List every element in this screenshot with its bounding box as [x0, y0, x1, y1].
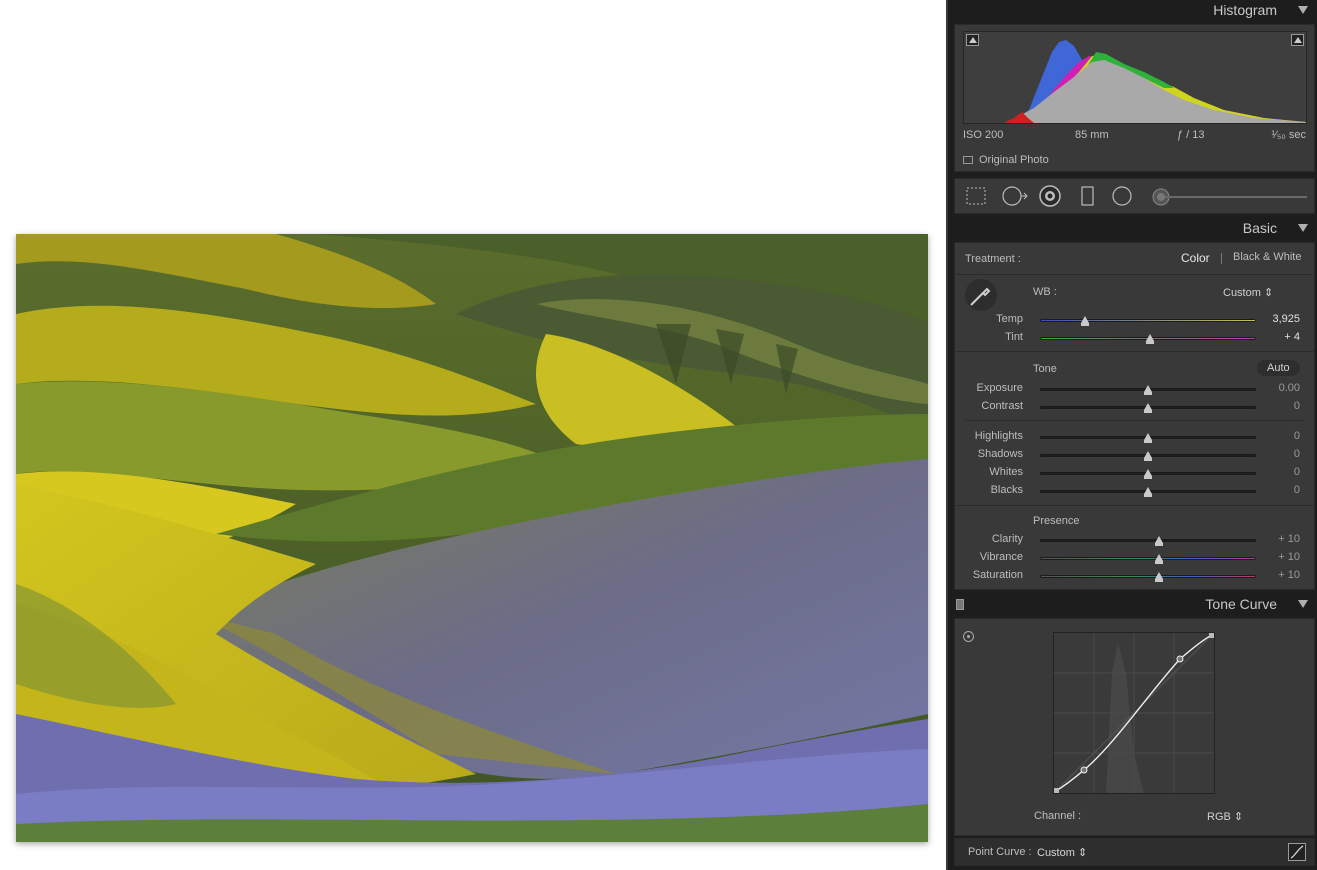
wb-label: WB :: [1033, 286, 1057, 298]
collapse-triangle-icon[interactable]: [1298, 224, 1308, 232]
slider-thumb[interactable]: [1144, 433, 1152, 443]
blacks-value[interactable]: 0: [1294, 484, 1300, 496]
histogram-graph[interactable]: [963, 31, 1307, 124]
temp-value[interactable]: 3,925: [1272, 313, 1300, 325]
histogram-title: Histogram: [1213, 2, 1277, 18]
clarity-slider[interactable]: [1040, 536, 1256, 546]
curve-mode-icon[interactable]: [1288, 843, 1306, 861]
treatment-bw-option[interactable]: Black & White: [1233, 251, 1301, 263]
histogram-header[interactable]: Histogram: [948, 0, 1317, 22]
slider-thumb[interactable]: [1144, 451, 1152, 461]
slider-thumb[interactable]: [1144, 385, 1152, 395]
spot-removal-icon[interactable]: [1001, 185, 1028, 207]
channel-select[interactable]: RGB ⇕: [1207, 810, 1243, 823]
collapse-triangle-icon[interactable]: [1298, 600, 1308, 608]
basic-title: Basic: [1242, 220, 1277, 236]
treatment-divider: [1221, 253, 1222, 264]
divider: [955, 274, 1314, 275]
divider: [955, 351, 1314, 352]
highlight-clipping-indicator[interactable]: [1291, 34, 1304, 46]
highlights-slider[interactable]: [1040, 433, 1256, 443]
exposure-value[interactable]: 0.00: [1279, 382, 1300, 394]
vibrance-value[interactable]: + 10: [1278, 551, 1300, 563]
iso-readout: ISO 200: [963, 129, 1004, 141]
treatment-color-option[interactable]: Color: [1181, 251, 1210, 265]
contrast-label: Contrast: [981, 400, 1023, 412]
photo-canvas: [0, 0, 946, 870]
shadows-label: Shadows: [977, 448, 1023, 460]
vibrance-slider[interactable]: [1040, 554, 1256, 564]
shadows-slider[interactable]: [1040, 451, 1256, 461]
slider-thumb[interactable]: [1155, 572, 1163, 582]
graduated-filter-icon[interactable]: [1077, 185, 1099, 207]
saturation-value[interactable]: + 10: [1278, 569, 1300, 581]
highlights-label: Highlights: [974, 430, 1023, 442]
blacks-slider[interactable]: [1040, 487, 1256, 497]
basic-box: Treatment : Color Black & White WB : Cus…: [954, 242, 1315, 590]
exposure-slider[interactable]: [1040, 385, 1256, 395]
slider-thumb[interactable]: [1155, 536, 1163, 546]
tone-curve-box: Channel : RGB ⇕: [954, 618, 1315, 836]
saturation-slider[interactable]: [1040, 572, 1256, 582]
slider-thumb[interactable]: [1144, 469, 1152, 479]
wb-select[interactable]: Custom ⇕: [1223, 286, 1273, 299]
original-photo-checkbox[interactable]: [963, 156, 973, 164]
red-eye-icon[interactable]: [1039, 185, 1061, 207]
original-photo-label: Original Photo: [979, 154, 1049, 166]
focal-length-readout: 85 mm: [1075, 129, 1109, 141]
slider-thumb[interactable]: [1081, 316, 1089, 326]
tint-value[interactable]: + 4: [1284, 331, 1300, 343]
whites-label: Whites: [989, 466, 1023, 478]
divider: [955, 505, 1314, 506]
basic-header[interactable]: Basic: [948, 218, 1317, 240]
crop-icon[interactable]: [965, 185, 987, 207]
target-adjust-icon[interactable]: [963, 631, 974, 642]
tint-label: Tint: [1005, 331, 1023, 343]
radial-filter-icon[interactable]: [1111, 185, 1133, 207]
collapse-triangle-icon[interactable]: [1298, 6, 1308, 14]
tone-curve-graph[interactable]: [1053, 632, 1215, 794]
tone-curve-header[interactable]: Tone Curve: [948, 594, 1317, 616]
tool-strip: [954, 178, 1315, 214]
auto-tone-button[interactable]: Auto: [1257, 360, 1300, 376]
presence-label: Presence: [1033, 515, 1080, 527]
eyedropper-icon[interactable]: [965, 279, 997, 311]
saturation-label: Saturation: [972, 569, 1023, 581]
whites-slider[interactable]: [1040, 469, 1256, 479]
temp-slider[interactable]: [1040, 316, 1256, 326]
divider: [965, 420, 1305, 421]
point-curve-label: Point Curve :: [968, 846, 1032, 858]
shutter-readout: ¹⁄₅₀ sec: [1271, 129, 1306, 141]
tint-slider[interactable]: [1040, 334, 1256, 344]
develop-panel: Histogram ISO 200 85 mm ƒ / 13 ¹⁄₅₀ sec …: [946, 0, 1317, 870]
blacks-label: Blacks: [990, 484, 1023, 496]
panel-toggle-switch[interactable]: [956, 599, 964, 610]
shadow-clipping-indicator[interactable]: [966, 34, 979, 46]
slider-thumb[interactable]: [1144, 403, 1152, 413]
slider-thumb[interactable]: [1144, 487, 1152, 497]
whites-value[interactable]: 0: [1294, 466, 1300, 478]
tone-curve-title: Tone Curve: [1205, 596, 1277, 612]
histogram-box: ISO 200 85 mm ƒ / 13 ¹⁄₅₀ sec Original P…: [954, 24, 1315, 172]
temp-label: Temp: [996, 313, 1023, 325]
slider-thumb[interactable]: [1155, 554, 1163, 564]
point-curve-select[interactable]: Custom ⇕: [1037, 846, 1087, 859]
shadows-value[interactable]: 0: [1294, 448, 1300, 460]
landscape-photo[interactable]: [16, 234, 928, 842]
highlights-value[interactable]: 0: [1294, 430, 1300, 442]
aperture-readout: ƒ / 13: [1177, 129, 1205, 141]
clarity-value[interactable]: + 10: [1278, 533, 1300, 545]
clarity-label: Clarity: [991, 533, 1023, 545]
contrast-slider[interactable]: [1040, 403, 1256, 413]
treatment-label: Treatment :: [965, 253, 1021, 265]
exposure-label: Exposure: [976, 382, 1023, 394]
channel-label: Channel :: [1034, 810, 1082, 822]
slider-thumb[interactable]: [1146, 334, 1154, 344]
adjustment-brush-icon[interactable]: [1151, 187, 1311, 207]
vibrance-label: Vibrance: [979, 551, 1023, 563]
tone-label: Tone: [1033, 363, 1057, 375]
point-curve-bar: Point Curve : Custom ⇕: [954, 838, 1315, 866]
contrast-value[interactable]: 0: [1294, 400, 1300, 412]
